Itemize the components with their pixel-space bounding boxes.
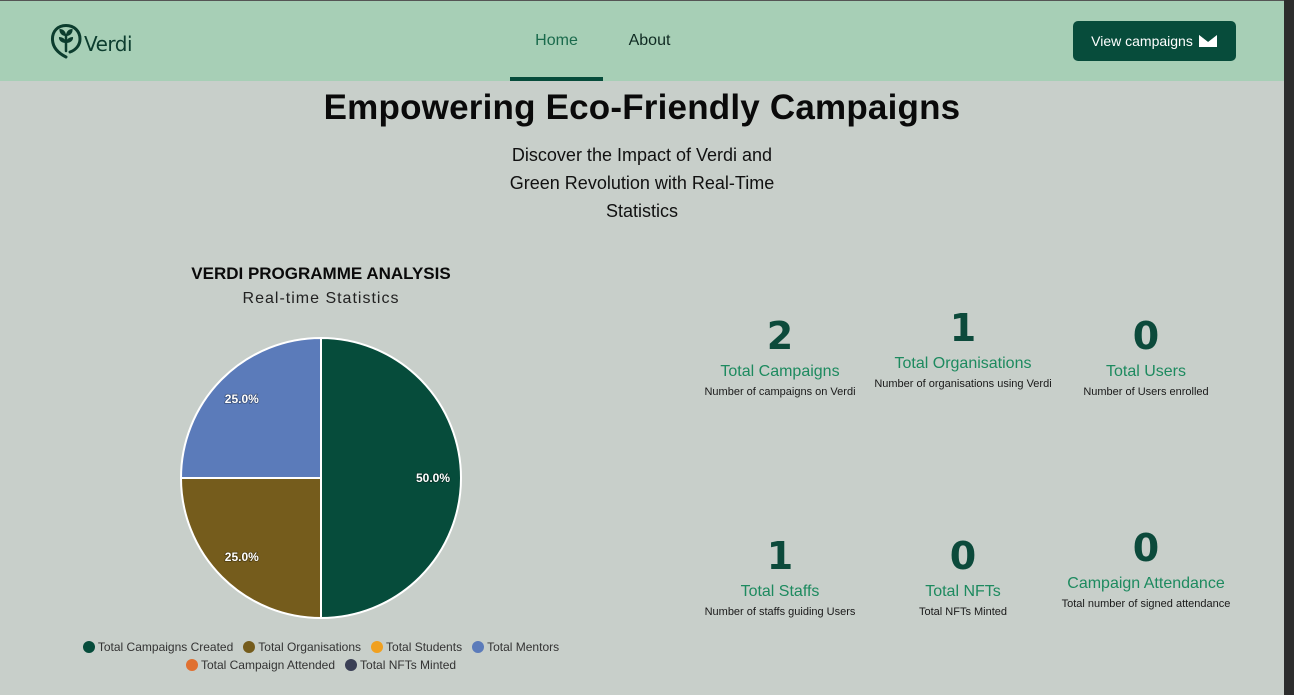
legend-swatch-icon (185, 659, 198, 671)
stat-value: 2 (766, 314, 794, 358)
legend-swatch-icon (371, 641, 384, 653)
page: Verdi Home About View campaigns Empoweri… (0, 0, 1284, 695)
stat-description: Number of staffs guiding Users (704, 606, 856, 618)
stat-label: Total Staffs (740, 583, 820, 600)
hero-subtitle-line: Discover the Impact of Verdi and (511, 145, 773, 165)
legend-swatch-icon (82, 641, 95, 653)
legend-item[interactable]: Total NFTs Minted (345, 658, 456, 672)
hero-subtitle-line: Statistics (605, 201, 679, 221)
stat-value: 0 (1132, 314, 1160, 358)
stat-label: Total Campaigns (720, 363, 840, 380)
chart-subtitle: Real-time Statistics (242, 290, 400, 307)
stat-label: Total NFTs (925, 583, 1001, 600)
chart-title: VERDI PROGRAMME ANALYSIS (191, 264, 451, 283)
stat-label: Total Organisations (894, 355, 1032, 372)
legend-item[interactable]: Total Mentors (472, 640, 559, 654)
window-edge (1284, 0, 1294, 695)
legend-item[interactable]: Total Students (371, 640, 462, 654)
pie-slice-label: 50.0% (416, 471, 450, 485)
stat-value: 1 (949, 306, 977, 350)
stat-description: Number of campaigns on Verdi (704, 386, 856, 398)
hero-subtitle: Discover the Impact of Verdi and Green R… (492, 141, 792, 225)
pie-slice-label: 25.0% (225, 392, 259, 406)
brand-logo[interactable]: Verdi (50, 23, 133, 59)
chart-legend: Total Campaigns Created Total Organisatio… (40, 640, 602, 672)
main-nav: Home About (510, 1, 696, 81)
stat-value: 1 (766, 534, 794, 578)
legend-item[interactable]: Total Campaign Attended (185, 658, 336, 672)
legend-label: Total Campaigns Created (97, 640, 234, 654)
hero-title: Empowering Eco-Friendly Campaigns (323, 88, 961, 127)
stat-description: Number of organisations using Verdi (874, 378, 1052, 390)
stat-label: Total Users (1105, 363, 1187, 380)
hero-subtitle-line: Green Revolution with Real-Time (509, 173, 775, 193)
stat-description: Total number of signed attendance (1061, 598, 1231, 610)
stat-label: Campaign Attendance (1067, 575, 1225, 592)
legend-swatch-icon (472, 641, 485, 653)
flag-icon (1198, 35, 1217, 47)
stat-description: Number of Users enrolled (1083, 386, 1209, 398)
legend-label: Total Mentors (487, 640, 560, 654)
view-campaigns-label: View campaigns (1091, 33, 1193, 49)
site-header: Verdi Home About View campaigns (0, 1, 1284, 81)
brand-name: Verdi (84, 32, 133, 56)
legend-swatch-icon (345, 659, 358, 671)
pie-slice[interactable] (180, 477, 322, 619)
legend-swatch-icon (243, 641, 256, 653)
stat-campaign-attendance: 0 Campaign Attendance Total number of si… (1056, 525, 1236, 612)
stat-total-users: 0 Total Users Number of Users enrolled (1056, 313, 1236, 400)
legend-label: Total Campaign Attended (200, 658, 336, 672)
stat-description: Total NFTs Minted (918, 606, 1008, 618)
nav-home-link[interactable]: Home (510, 1, 603, 81)
pie-slice-label: 25.0% (225, 550, 259, 564)
legend-item[interactable]: Total Campaigns Created (82, 640, 234, 654)
legend-label: Total Students (386, 640, 463, 654)
legend-label: Total NFTs Minted (360, 658, 457, 672)
leaf-logo-icon (50, 23, 82, 59)
stat-total-staffs: 1 Total Staffs Number of staffs guiding … (690, 533, 870, 620)
stat-total-nfts: 0 Total NFTs Total NFTs Minted (873, 533, 1053, 620)
stat-value: 0 (1132, 526, 1160, 570)
legend-item[interactable]: Total Organisations (243, 640, 361, 654)
view-campaigns-button[interactable]: View campaigns (1073, 21, 1236, 61)
pie-chart: 50.0% 25.0% 25.0% (180, 337, 462, 619)
nav-about-link[interactable]: About (603, 1, 696, 81)
stat-total-organisations: 1 Total Organisations Number of organisa… (873, 305, 1053, 392)
stat-value: 0 (949, 534, 977, 578)
stat-total-campaigns: 2 Total Campaigns Number of campaigns on… (690, 313, 870, 400)
legend-label: Total Organisations (258, 640, 362, 654)
pie-slice[interactable] (180, 337, 322, 479)
